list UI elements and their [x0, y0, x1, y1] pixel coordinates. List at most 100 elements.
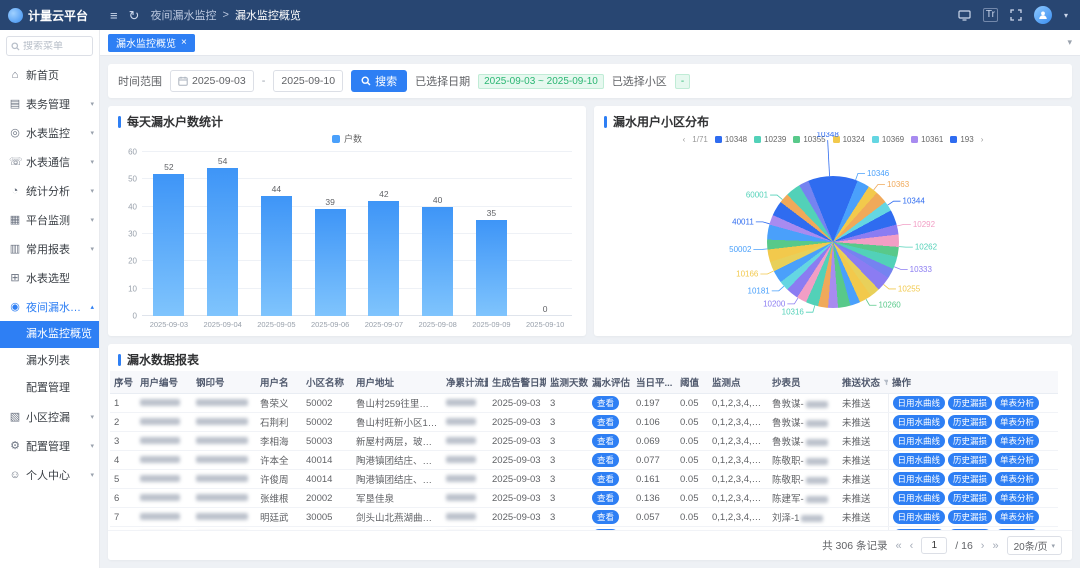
avatar[interactable] — [1034, 6, 1052, 24]
cell: 未推送 — [838, 413, 888, 432]
history-leak-button[interactable]: 历史漏损 — [948, 510, 992, 524]
history-leak-button[interactable]: 历史漏损 — [948, 453, 992, 467]
daily-water-curve-button[interactable]: 日用水曲线 — [893, 434, 946, 448]
cell: 0.05 — [676, 432, 708, 451]
column-header: 抄表员 — [768, 371, 838, 394]
single-meter-analysis-button[interactable]: 单表分析 — [995, 491, 1039, 505]
first-page-icon[interactable]: « — [895, 540, 901, 552]
sidebar-item-selection[interactable]: ⊞水表选型 — [0, 263, 99, 292]
fullscreen-icon[interactable] — [1010, 9, 1022, 21]
legend-label: 户数 — [344, 132, 362, 145]
column-header: 用户编号 — [136, 371, 192, 394]
sidebar-item-label: 夜间漏水监控 — [26, 299, 85, 315]
last-page-icon[interactable]: » — [992, 540, 998, 552]
single-meter-analysis-button[interactable]: 单表分析 — [995, 510, 1039, 524]
sidebar-item-platform[interactable]: ▦平台监测▾ — [0, 205, 99, 234]
menu-collapse-icon[interactable]: ≡ — [110, 9, 118, 22]
sidebar-item-label: 表务管理 — [26, 96, 85, 112]
bar-legend[interactable]: 户数 — [108, 132, 586, 145]
pie-leader-line — [888, 201, 901, 205]
daily-water-curve-button[interactable]: 日用水曲线 — [893, 415, 946, 429]
sidebar-item-stats[interactable]: ◔统计分析▾ — [0, 176, 99, 205]
cell: 日用水曲线历史漏损单表分析 — [888, 470, 1058, 489]
sidebar-search-input[interactable] — [23, 41, 88, 52]
history-leak-button[interactable]: 历史漏损 — [948, 491, 992, 505]
cell: 0,1,2,3,4,5,6 — [708, 451, 768, 470]
search-button[interactable]: 搜索 — [351, 70, 407, 92]
view-button[interactable]: 查看 — [592, 396, 619, 410]
daily-water-curve-button[interactable]: 日用水曲线 — [893, 510, 946, 524]
view-button[interactable]: 查看 — [592, 472, 619, 486]
view-button[interactable]: 查看 — [592, 453, 619, 467]
cell: 0.106 — [632, 413, 676, 432]
view-button[interactable]: 查看 — [592, 415, 619, 429]
cell: 查看 — [588, 413, 632, 432]
history-leak-button[interactable]: 历史漏损 — [948, 415, 992, 429]
monitor-icon[interactable] — [958, 10, 971, 21]
next-page-icon[interactable]: › — [981, 540, 985, 552]
view-button[interactable]: 查看 — [592, 434, 619, 448]
breadcrumb-parent[interactable]: 夜间漏水监控 — [151, 7, 217, 23]
history-leak-button[interactable]: 历史漏损 — [948, 396, 992, 410]
single-meter-analysis-button[interactable]: 单表分析 — [995, 434, 1039, 448]
y-axis-tick: 50 — [128, 175, 137, 184]
sidebar-item-label: 小区控漏 — [26, 409, 85, 425]
single-meter-analysis-button[interactable]: 单表分析 — [995, 453, 1039, 467]
single-meter-analysis-button[interactable]: 单表分析 — [995, 472, 1039, 486]
tabbar-collapse-icon[interactable]: ▾ — [1067, 37, 1072, 48]
user-icon: ☺ — [9, 469, 21, 481]
bar — [315, 209, 346, 316]
redacted-text — [196, 475, 248, 482]
date-end-input[interactable]: 2025-09-10 — [273, 70, 343, 92]
chevron-down-icon: ▾ — [90, 216, 94, 224]
sidebar-item-reports[interactable]: ▥常用报表▾ — [0, 234, 99, 263]
refresh-icon[interactable]: ↻ — [129, 9, 140, 22]
sidebar-item-night-leak[interactable]: ◉夜间漏水监控▴ — [0, 292, 99, 321]
cell: 未推送 — [838, 451, 888, 470]
cell: 日用水曲线历史漏损单表分析 — [888, 489, 1058, 508]
sidebar-item-home[interactable]: ⌂新首页 — [0, 60, 99, 89]
tab-close-icon[interactable]: × — [181, 38, 187, 48]
tab-leak-overview[interactable]: 漏水监控概览 × — [108, 34, 195, 52]
daily-water-curve-button[interactable]: 日用水曲线 — [893, 453, 946, 467]
sidebar-item-meter-mgmt[interactable]: ▤表务管理▾ — [0, 89, 99, 118]
cell: 6 — [110, 489, 136, 508]
selected-community-label: 已选择小区 — [612, 73, 667, 89]
daily-water-curve-button[interactable]: 日用水曲线 — [893, 472, 946, 486]
sidebar-subitem-leak-config[interactable]: 配置管理 — [0, 375, 99, 402]
content: 时间范围 2025-09-03 - 2025-09-10 搜索 已选择日期 20… — [100, 56, 1080, 568]
page-size-select[interactable]: 20条/页 ▾ — [1007, 536, 1062, 555]
cell: 未推送 — [838, 470, 888, 489]
date-start-input[interactable]: 2025-09-03 — [170, 70, 254, 92]
sidebar-search[interactable] — [6, 36, 93, 56]
sidebar-subitem-leak-list[interactable]: 漏水列表 — [0, 348, 99, 375]
view-button[interactable]: 查看 — [592, 491, 619, 505]
sidebar-item-config[interactable]: ⚙配置管理▾ — [0, 431, 99, 460]
pie-slice-label: 10200 — [763, 299, 786, 308]
view-button[interactable]: 查看 — [592, 510, 619, 524]
user-menu-caret-icon[interactable]: ▾ — [1064, 11, 1068, 20]
pie-slice-label: 10348 — [817, 132, 840, 139]
daily-water-curve-button[interactable]: 日用水曲线 — [893, 396, 946, 410]
single-meter-analysis-button[interactable]: 单表分析 — [995, 415, 1039, 429]
filter-icon[interactable] — [883, 379, 888, 386]
history-leak-button[interactable]: 历史漏损 — [948, 472, 992, 486]
sidebar-item-meter-comm[interactable]: ☏水表通信▾ — [0, 147, 99, 176]
cell — [192, 489, 256, 508]
sidebar-item-meter-monitor[interactable]: ◎水表监控▾ — [0, 118, 99, 147]
sidebar-item-profile[interactable]: ☺个人中心▾ — [0, 460, 99, 489]
bar-column: 352025-09-09 — [465, 152, 519, 316]
cell: 查看 — [588, 394, 632, 413]
single-meter-analysis-button[interactable]: 单表分析 — [995, 396, 1039, 410]
page-input[interactable] — [921, 537, 947, 554]
history-leak-button[interactable]: 历史漏损 — [948, 434, 992, 448]
cell: 0.057 — [632, 508, 676, 527]
language-icon[interactable]: Tr — [983, 8, 998, 22]
cell: 0.077 — [632, 451, 676, 470]
sidebar-item-community-leak[interactable]: ▧小区控漏▾ — [0, 402, 99, 431]
sidebar-subitem-leak-overview[interactable]: 漏水监控概览 — [0, 321, 99, 348]
prev-page-icon[interactable]: ‹ — [910, 540, 914, 552]
selected-community-tag: - — [675, 74, 690, 89]
cell: 查看 — [588, 432, 632, 451]
daily-water-curve-button[interactable]: 日用水曲线 — [893, 491, 946, 505]
